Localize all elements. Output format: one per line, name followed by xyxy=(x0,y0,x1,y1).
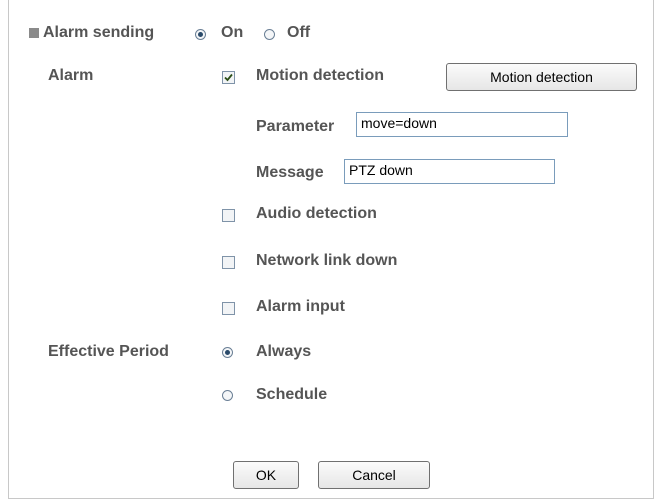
effective-period-always-label[interactable]: Always xyxy=(256,343,311,361)
alarm-sending-on-radio[interactable] xyxy=(195,29,206,40)
parameter-label: Parameter xyxy=(256,118,335,135)
message-input[interactable]: PTZ down xyxy=(344,159,555,184)
motion-detection-label[interactable]: Motion detection xyxy=(256,67,384,85)
effective-period-schedule-label[interactable]: Schedule xyxy=(256,386,327,404)
motion-detection-button[interactable]: Motion detection xyxy=(446,63,637,91)
audio-detection-label[interactable]: Audio detection xyxy=(256,205,377,223)
parameter-input[interactable]: move=down xyxy=(356,112,568,137)
motion-detection-checkbox[interactable] xyxy=(222,71,235,84)
alarm-label: Alarm xyxy=(48,67,94,84)
network-link-down-label[interactable]: Network link down xyxy=(256,252,397,270)
alarm-sending-on-label[interactable]: On xyxy=(221,24,243,42)
checkmark-icon xyxy=(224,73,233,82)
section-bullet-icon xyxy=(29,28,39,38)
cancel-button[interactable]: Cancel xyxy=(318,461,430,489)
alarm-sending-off-radio[interactable] xyxy=(264,29,275,40)
message-label: Message xyxy=(256,164,324,181)
effective-period-schedule-radio[interactable] xyxy=(222,390,233,401)
alarm-sending-label: Alarm sending xyxy=(43,24,155,41)
alarm-sending-off-label[interactable]: Off xyxy=(287,24,310,42)
alarm-input-label[interactable]: Alarm input xyxy=(256,298,345,316)
network-link-down-checkbox[interactable] xyxy=(222,256,235,269)
alarm-input-checkbox[interactable] xyxy=(222,302,235,315)
audio-detection-checkbox[interactable] xyxy=(222,209,235,222)
effective-period-always-radio[interactable] xyxy=(222,347,233,358)
ok-button[interactable]: OK xyxy=(233,461,299,489)
effective-period-label: Effective Period xyxy=(48,343,169,360)
